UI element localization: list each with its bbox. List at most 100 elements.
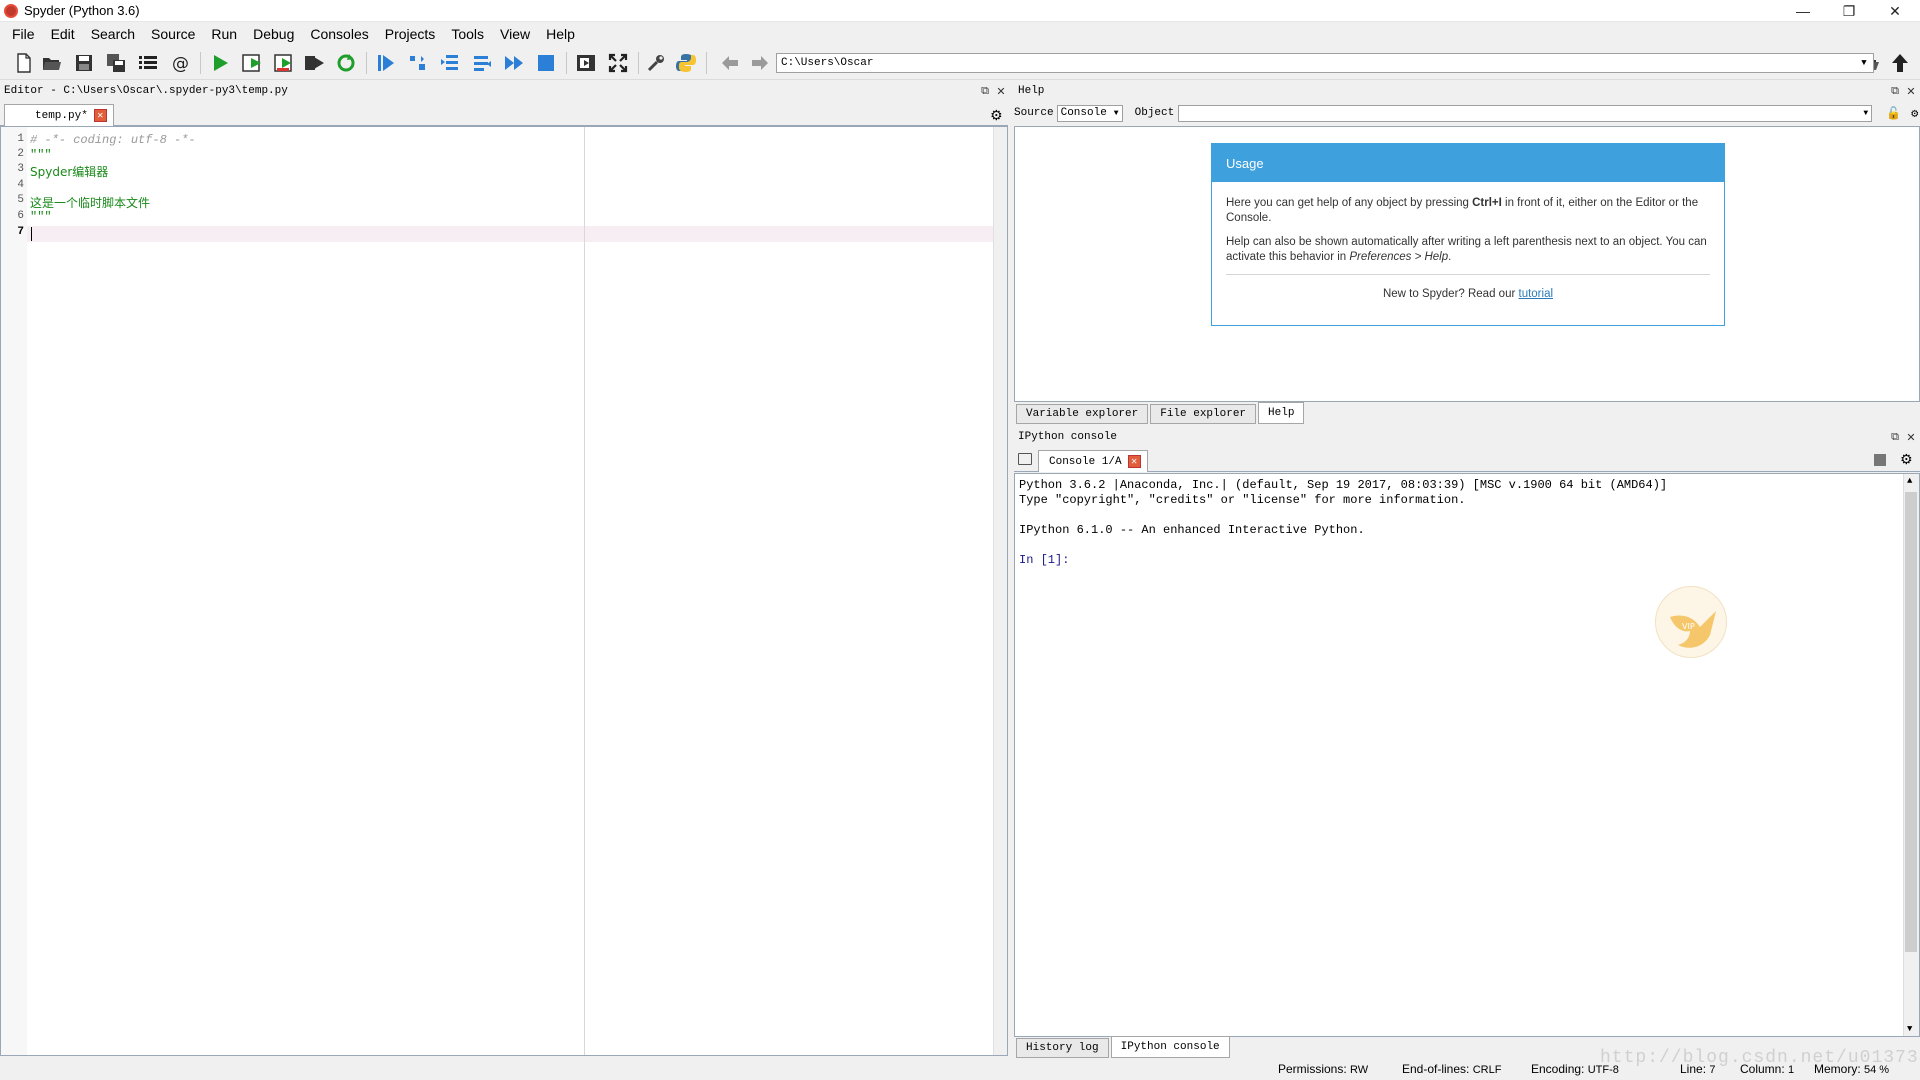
object-input[interactable]: ▼ <box>1178 104 1873 122</box>
run-icon[interactable] <box>208 51 232 75</box>
tab-variable-explorer[interactable]: Variable explorer <box>1016 404 1149 424</box>
stop-debug-icon[interactable] <box>534 51 558 75</box>
close-pane-icon[interactable]: ✕ <box>1904 430 1918 444</box>
tab-help[interactable]: Help <box>1258 402 1305 424</box>
usage-box: Usage Here you can get help of any objec… <box>1211 143 1725 326</box>
watermark: http://blog.csdn.net/u013733326 <box>1600 1048 1920 1068</box>
chevron-down-icon[interactable]: ▼ <box>1907 1024 1912 1034</box>
tab-label: temp.py* <box>35 109 88 122</box>
forward-icon[interactable] <box>748 51 772 75</box>
status-value: CRLF <box>1472 1064 1502 1076</box>
menu-tools[interactable]: Tools <box>443 26 492 42</box>
open-file-icon[interactable] <box>40 51 64 75</box>
menu-file[interactable]: File <box>4 26 43 42</box>
close-window-button[interactable]: ✕ <box>1872 0 1918 22</box>
editor-tab-bar: temp.py* ✕ ⚙ <box>0 102 1008 126</box>
console-scrollbar[interactable]: ▲ ▼ <box>1903 474 1919 1036</box>
stop-kernel-icon[interactable] <box>1874 454 1886 466</box>
step-return-icon[interactable] <box>470 51 494 75</box>
rerun-icon[interactable] <box>334 51 358 75</box>
console-pane-title: IPython console <box>1014 428 1920 446</box>
preferences-icon[interactable] <box>644 51 668 75</box>
chevron-up-icon[interactable]: ▲ <box>1907 476 1912 486</box>
tab-ipython-console[interactable]: IPython console <box>1110 1036 1230 1058</box>
close-pane-icon[interactable]: ✕ <box>994 84 1008 98</box>
console-prompt: In [1]: <box>1019 553 1070 567</box>
code-line: Spyder编辑器 <box>30 165 109 179</box>
line-number: 2 <box>17 148 24 160</box>
gear-icon[interactable]: ⚙ <box>1911 106 1918 121</box>
menu-help[interactable]: Help <box>538 26 583 42</box>
help-toolbar: Source Console ▼ Object ▼ 🔓 ⚙ <box>1014 102 1920 124</box>
editor-scrollbar[interactable] <box>993 127 1007 1055</box>
run-selection-icon[interactable] <box>302 51 326 75</box>
code-editor[interactable]: 1 2 3 4 5 6 7 # -*- coding: utf-8 -*- ""… <box>0 126 1008 1056</box>
outline-icon[interactable] <box>136 51 160 75</box>
chevron-down-icon[interactable]: ▼ <box>1857 56 1871 70</box>
working-directory-combo[interactable]: C:\Users\Oscar ▼ <box>776 53 1874 73</box>
parent-dir-icon[interactable] <box>1888 51 1912 75</box>
line-number-gutter <box>1 127 27 1055</box>
tab-temp-py[interactable]: temp.py* ✕ <box>4 104 114 126</box>
line-number: 6 <box>17 210 24 222</box>
menu-source[interactable]: Source <box>143 26 203 42</box>
status-label: Encoding: <box>1531 1062 1585 1076</box>
menu-search[interactable]: Search <box>83 26 143 42</box>
save-icon[interactable] <box>72 51 96 75</box>
tutorial-link[interactable]: tutorial <box>1519 288 1554 300</box>
console-scrollbar-thumb[interactable] <box>1905 492 1917 952</box>
close-tab-icon[interactable]: ✕ <box>1127 455 1141 468</box>
status-value: RW <box>1350 1064 1369 1076</box>
source-select[interactable]: Console ▼ <box>1056 104 1123 122</box>
chevron-down-icon: ▼ <box>1113 108 1119 118</box>
browse-tabs-icon[interactable] <box>1018 453 1032 465</box>
close-pane-icon[interactable]: ✕ <box>1904 84 1918 98</box>
menu-projects[interactable]: Projects <box>377 26 444 42</box>
gear-icon[interactable]: ⚙ <box>1900 451 1913 468</box>
minimize-button[interactable]: — <box>1780 0 1826 22</box>
step-into-icon[interactable] <box>438 51 462 75</box>
svg-text:VIP: VIP <box>1682 622 1695 631</box>
window-title: Spyder (Python 3.6) <box>24 3 140 18</box>
debug-icon[interactable] <box>374 51 398 75</box>
back-icon[interactable] <box>718 51 742 75</box>
menu-debug[interactable]: Debug <box>245 26 302 42</box>
close-tab-icon[interactable]: ✕ <box>93 109 107 122</box>
source-value: Console <box>1060 107 1107 119</box>
status-label: End-of-lines: <box>1402 1062 1470 1076</box>
lock-icon[interactable]: 🔓 <box>1886 106 1901 121</box>
undock-icon[interactable]: ⧉ <box>1888 84 1902 98</box>
tab-file-explorer[interactable]: File explorer <box>1150 404 1257 424</box>
ipython-console[interactable]: Python 3.6.2 |Anaconda, Inc.| (default, … <box>1014 473 1920 1037</box>
usage-text: New to Spyder? Read our <box>1382 288 1519 300</box>
source-label: Source <box>1014 107 1054 119</box>
code-line: """ <box>30 148 52 162</box>
save-all-icon[interactable] <box>104 51 128 75</box>
continue-icon[interactable] <box>502 51 526 75</box>
maximize-pane-icon[interactable] <box>574 51 598 75</box>
help-viewer: Usage Here you can get help of any objec… <box>1014 126 1920 402</box>
step-icon[interactable] <box>406 51 430 75</box>
new-file-icon[interactable] <box>12 51 36 75</box>
undock-icon[interactable]: ⧉ <box>1888 430 1902 444</box>
menu-edit[interactable]: Edit <box>43 26 83 42</box>
menu-consoles[interactable]: Consoles <box>302 26 376 42</box>
spyder-app-icon <box>4 3 18 18</box>
menu-run[interactable]: Run <box>203 26 245 42</box>
text-cursor <box>31 227 32 241</box>
svg-text:@: @ <box>172 54 189 74</box>
gear-icon[interactable]: ⚙ <box>990 107 1003 124</box>
python-path-icon[interactable] <box>674 51 698 75</box>
restore-button[interactable]: ❐ <box>1826 0 1872 22</box>
at-icon[interactable]: @ <box>168 51 192 75</box>
run-cell-icon[interactable] <box>240 51 264 75</box>
tab-history-log[interactable]: History log <box>1016 1038 1109 1058</box>
usage-paragraph: New to Spyder? Read our tutorial <box>1226 287 1710 302</box>
menu-view[interactable]: View <box>492 26 538 42</box>
undock-icon[interactable]: ⧉ <box>978 84 992 98</box>
run-cell-advance-icon[interactable] <box>272 51 296 75</box>
tab-console-1a[interactable]: Console 1/A ✕ <box>1038 450 1148 472</box>
fullscreen-icon[interactable] <box>606 51 630 75</box>
usage-body: Here you can get help of any object by p… <box>1212 182 1724 302</box>
help-title-text: Help <box>1018 85 1045 97</box>
